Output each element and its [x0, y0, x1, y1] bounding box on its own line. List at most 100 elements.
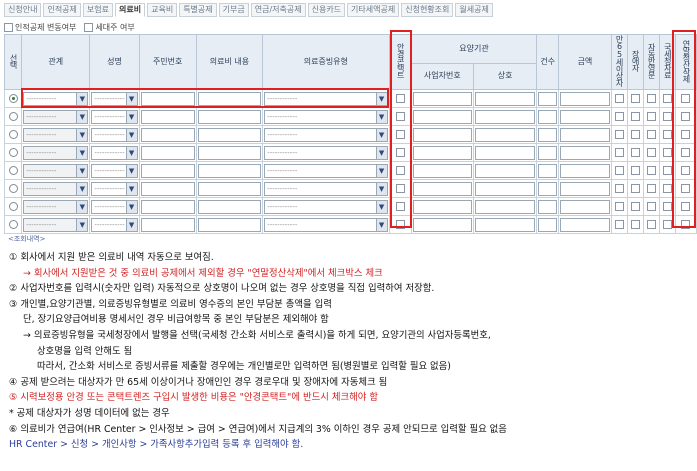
year-end-delete-checkbox[interactable]: [681, 94, 691, 103]
auto-disabled-checkbox[interactable]: [646, 184, 656, 193]
senior-checkbox[interactable]: [614, 130, 624, 139]
biz-no-input[interactable]: [412, 217, 472, 232]
tab-4[interactable]: 교육비: [147, 3, 178, 17]
count-input[interactable]: [538, 145, 558, 160]
name-select[interactable]: ------------ ▼: [91, 163, 138, 178]
company-input[interactable]: [474, 127, 536, 142]
med-type-select[interactable]: ------------ ▼: [264, 181, 388, 196]
row-select-radio[interactable]: [8, 202, 18, 211]
med-type-select[interactable]: ------------ ▼: [264, 163, 388, 178]
company-input[interactable]: [474, 217, 536, 232]
nts-checkbox[interactable]: [662, 202, 672, 211]
med-type-select[interactable]: ------------ ▼: [264, 217, 388, 232]
tab-10[interactable]: 신청현황조회: [401, 3, 454, 17]
med-content-input[interactable]: [197, 127, 262, 142]
senior-checkbox[interactable]: [614, 220, 624, 229]
amount-input[interactable]: [560, 181, 610, 196]
count-input[interactable]: [538, 181, 558, 196]
senior-checkbox[interactable]: [614, 166, 624, 175]
amount-input[interactable]: [560, 91, 610, 106]
senior-checkbox[interactable]: [614, 148, 624, 157]
name-select[interactable]: ------------ ▼: [91, 109, 138, 124]
auto-disabled-checkbox[interactable]: [646, 166, 656, 175]
biz-no-input[interactable]: [412, 145, 472, 160]
name-select[interactable]: ------------ ▼: [91, 199, 138, 214]
company-input[interactable]: [474, 109, 536, 124]
lens-checkbox[interactable]: [395, 112, 405, 121]
name-select[interactable]: ------------ ▼: [91, 181, 138, 196]
count-input[interactable]: [538, 109, 558, 124]
lens-checkbox[interactable]: [395, 202, 405, 211]
auto-disabled-checkbox[interactable]: [646, 220, 656, 229]
count-input[interactable]: [538, 199, 558, 214]
senior-checkbox[interactable]: [614, 184, 624, 193]
biz-no-input[interactable]: [412, 109, 472, 124]
rrn-input[interactable]: [140, 199, 195, 214]
auto-disabled-checkbox[interactable]: [646, 130, 656, 139]
relation-select[interactable]: ------------ ▼: [23, 163, 89, 178]
relation-select[interactable]: ------------ ▼: [23, 109, 89, 124]
med-type-select[interactable]: ------------ ▼: [264, 127, 388, 142]
auto-disabled-checkbox[interactable]: [646, 202, 656, 211]
med-type-select[interactable]: ------------ ▼: [264, 199, 388, 214]
year-end-delete-checkbox[interactable]: [681, 130, 691, 139]
row-select-radio[interactable]: [8, 220, 18, 229]
tab-1[interactable]: 인적공제: [43, 3, 81, 17]
name-select[interactable]: ------------ ▼: [91, 145, 138, 160]
amount-input[interactable]: [560, 145, 610, 160]
disabled-checkbox[interactable]: [630, 166, 640, 175]
amount-input[interactable]: [560, 127, 610, 142]
med-content-input[interactable]: [197, 109, 262, 124]
rrn-input[interactable]: [140, 127, 195, 142]
nts-checkbox[interactable]: [662, 130, 672, 139]
relation-select[interactable]: ------------ ▼: [23, 199, 89, 214]
count-input[interactable]: [538, 217, 558, 232]
disabled-checkbox[interactable]: [630, 130, 640, 139]
checkbox[interactable]: [4, 22, 13, 32]
tab-7[interactable]: 연금/저축공제: [250, 3, 306, 17]
tab-8[interactable]: 신용카드: [307, 3, 346, 17]
lens-checkbox[interactable]: [395, 130, 405, 139]
count-input[interactable]: [538, 163, 558, 178]
disabled-checkbox[interactable]: [630, 220, 640, 229]
med-type-select[interactable]: ------------ ▼: [264, 109, 388, 124]
relation-select[interactable]: ------------ ▼: [23, 145, 89, 160]
med-content-input[interactable]: [197, 217, 262, 232]
name-select[interactable]: ------------ ▼: [91, 217, 138, 232]
nts-checkbox[interactable]: [662, 184, 672, 193]
year-end-delete-checkbox[interactable]: [681, 112, 691, 121]
med-content-input[interactable]: [197, 91, 262, 106]
year-end-delete-checkbox[interactable]: [681, 184, 691, 193]
disabled-checkbox[interactable]: [630, 148, 640, 157]
nts-checkbox[interactable]: [662, 166, 672, 175]
biz-no-input[interactable]: [412, 199, 472, 214]
company-input[interactable]: [474, 199, 536, 214]
row-select-radio[interactable]: [8, 112, 18, 121]
lens-checkbox[interactable]: [395, 148, 405, 157]
lens-checkbox[interactable]: [395, 94, 405, 103]
nts-checkbox[interactable]: [662, 94, 672, 103]
row-select-radio[interactable]: [8, 94, 18, 103]
biz-no-input[interactable]: [412, 127, 472, 142]
option-personal-change[interactable]: 인적공제 변동여부: [4, 22, 76, 33]
row-select-radio[interactable]: [8, 166, 18, 175]
senior-checkbox[interactable]: [614, 112, 624, 121]
auto-disabled-checkbox[interactable]: [646, 94, 656, 103]
company-input[interactable]: [474, 145, 536, 160]
relation-select[interactable]: ------------ ▼: [23, 127, 89, 142]
med-type-select[interactable]: ------------ ▼: [264, 91, 388, 106]
nts-checkbox[interactable]: [662, 112, 672, 121]
med-content-input[interactable]: [197, 145, 262, 160]
row-select-radio[interactable]: [8, 184, 18, 193]
relation-select[interactable]: ------------ ▼: [23, 217, 89, 232]
auto-disabled-checkbox[interactable]: [646, 112, 656, 121]
rrn-input[interactable]: [140, 145, 195, 160]
rrn-input[interactable]: [140, 109, 195, 124]
rrn-input[interactable]: [140, 217, 195, 232]
nts-checkbox[interactable]: [662, 148, 672, 157]
med-content-input[interactable]: [197, 163, 262, 178]
nts-checkbox[interactable]: [662, 220, 672, 229]
auto-disabled-checkbox[interactable]: [646, 148, 656, 157]
count-input[interactable]: [538, 91, 558, 106]
tab-0[interactable]: 신청안내: [4, 3, 42, 17]
